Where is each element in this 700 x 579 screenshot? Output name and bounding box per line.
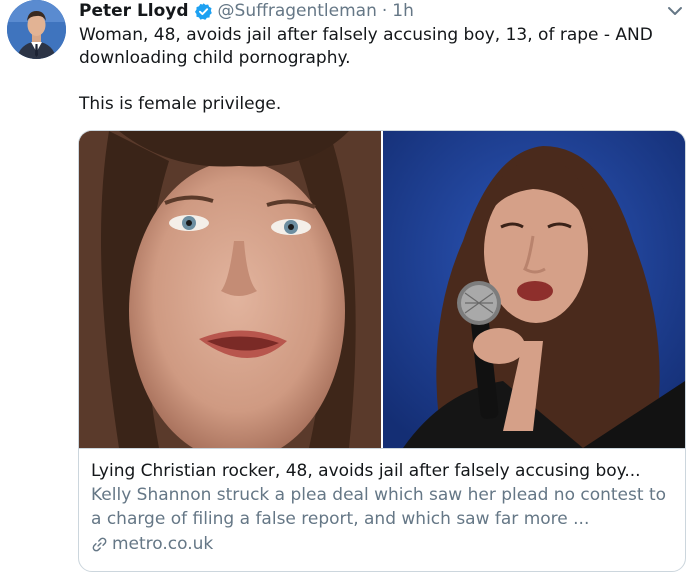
chevron-down-icon[interactable]: [666, 4, 684, 18]
card-images[interactable]: [79, 131, 685, 448]
card-photo-left: [79, 131, 381, 448]
card-domain-text: metro.co.uk: [112, 534, 214, 554]
card-photo-right: [383, 131, 685, 448]
tweet-text: Woman, 48, avoids jail after falsely acc…: [79, 24, 694, 116]
card-meta[interactable]: Lying Christian rocker, 48, avoids jail …: [79, 448, 685, 571]
avatar-image: [7, 0, 66, 59]
card-description: Kelly Shannon struck a plea deal which s…: [91, 485, 667, 529]
separator-dot: ·: [381, 1, 388, 21]
avatar[interactable]: [7, 0, 66, 59]
tweet-header: Peter Lloyd @Suffragentleman · 1h: [79, 0, 414, 22]
verified-badge-icon: [194, 2, 213, 21]
tweet-text-line: Woman, 48, avoids jail after falsely acc…: [79, 25, 653, 68]
card-domain[interactable]: metro.co.uk: [91, 532, 673, 556]
author-name[interactable]: Peter Lloyd: [79, 1, 189, 21]
tweet-text-line: This is female privilege.: [79, 94, 282, 114]
author-handle[interactable]: @Suffragentleman: [218, 1, 377, 21]
timestamp[interactable]: 1h: [392, 1, 414, 21]
link-icon: [91, 536, 108, 553]
link-preview-card[interactable]: Lying Christian rocker, 48, avoids jail …: [78, 130, 686, 572]
card-title[interactable]: Lying Christian rocker, 48, avoids jail …: [91, 459, 673, 483]
